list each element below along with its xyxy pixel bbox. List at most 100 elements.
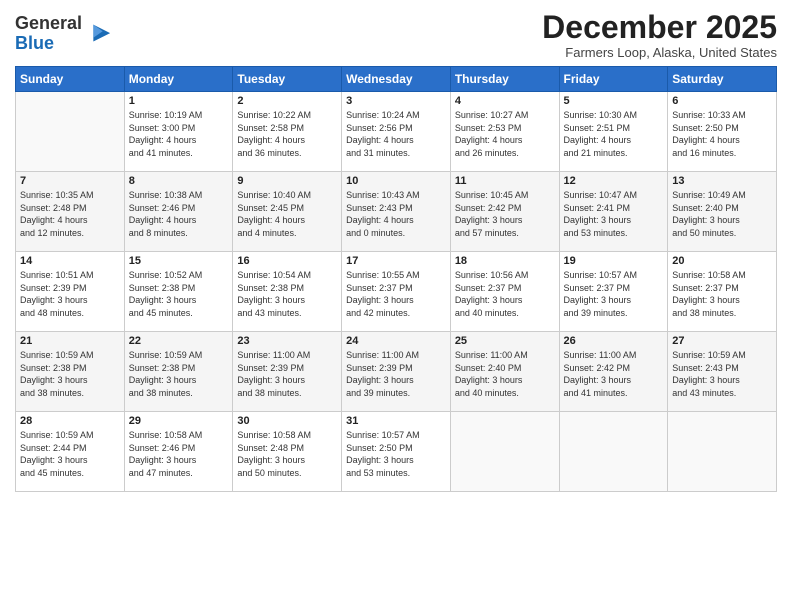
day-info: Sunrise: 10:22 AM Sunset: 2:58 PM Daylig… xyxy=(237,109,337,159)
calendar-cell xyxy=(668,412,777,492)
day-info: Sunrise: 10:24 AM Sunset: 2:56 PM Daylig… xyxy=(346,109,446,159)
week-row-3: 14Sunrise: 10:51 AM Sunset: 2:39 PM Dayl… xyxy=(16,252,777,332)
day-info: Sunrise: 10:47 AM Sunset: 2:41 PM Daylig… xyxy=(564,189,664,239)
calendar-body: 1 Sunrise: 10:19 AM Sunset: 3:00 PM Dayli… xyxy=(16,92,777,492)
day-number: 12 xyxy=(564,175,664,187)
day-number: 16 xyxy=(237,255,337,267)
day-number: 26 xyxy=(564,335,664,347)
calendar-cell: 21Sunrise: 10:59 AM Sunset: 2:38 PM Dayl… xyxy=(16,332,125,412)
day-number: 1 xyxy=(129,95,229,107)
day-number: 15 xyxy=(129,255,229,267)
calendar-cell: 14Sunrise: 10:51 AM Sunset: 2:39 PM Dayl… xyxy=(16,252,125,332)
day-number: 20 xyxy=(672,255,772,267)
title-block: December 2025 Farmers Loop, Alaska, Unit… xyxy=(542,10,777,60)
day-info: Sunrise: 11:00 AM Sunset: 2:39 PM Daylig… xyxy=(237,349,337,399)
day-info: Sunrise: 10:40 AM Sunset: 2:45 PM Daylig… xyxy=(237,189,337,239)
day-info: Sunrise: 11:00 AM Sunset: 2:42 PM Daylig… xyxy=(564,349,664,399)
day-info: Sunrise: 10:45 AM Sunset: 2:42 PM Daylig… xyxy=(455,189,555,239)
day-number: 31 xyxy=(346,415,446,427)
calendar-cell: 4Sunrise: 10:27 AM Sunset: 2:53 PM Dayli… xyxy=(450,92,559,172)
day-info: Sunrise: 10:57 AM Sunset: 2:50 PM Daylig… xyxy=(346,429,446,479)
day-info: Sunrise: 10:59 AM Sunset: 2:38 PM Daylig… xyxy=(129,349,229,399)
day-info: Sunrise: 10:54 AM Sunset: 2:38 PM Daylig… xyxy=(237,269,337,319)
day-number: 21 xyxy=(20,335,120,347)
calendar-cell: 2 Sunrise: 10:22 AM Sunset: 2:58 PM Dayli… xyxy=(233,92,342,172)
weekday-header-thursday: Thursday xyxy=(450,67,559,92)
calendar-cell: 26 Sunrise: 11:00 AM Sunset: 2:42 PM Dayl… xyxy=(559,332,668,412)
day-info: Sunrise: 10:19 AM Sunset: 3:00 PM Daylig… xyxy=(129,109,229,159)
calendar-cell: 8 Sunrise: 10:38 AM Sunset: 2:46 PM Dayli… xyxy=(124,172,233,252)
calendar-cell: 15 Sunrise: 10:52 AM Sunset: 2:38 PM Dayl… xyxy=(124,252,233,332)
day-info: Sunrise: 10:33 AM Sunset: 2:50 PM Daylig… xyxy=(672,109,772,159)
calendar-cell: 24 Sunrise: 11:00 AM Sunset: 2:39 PM Dayl… xyxy=(342,332,451,412)
day-number: 25 xyxy=(455,335,555,347)
calendar-cell: 18Sunrise: 10:56 AM Sunset: 2:37 PM Dayl… xyxy=(450,252,559,332)
week-row-5: 28Sunrise: 10:59 AM Sunset: 2:44 PM Dayl… xyxy=(16,412,777,492)
logo-icon xyxy=(84,20,112,48)
calendar-cell: 3Sunrise: 10:24 AM Sunset: 2:56 PM Dayli… xyxy=(342,92,451,172)
calendar-cell: 30Sunrise: 10:58 AM Sunset: 2:48 PM Dayl… xyxy=(233,412,342,492)
day-info: Sunrise: 10:55 AM Sunset: 2:37 PM Daylig… xyxy=(346,269,446,319)
day-info: Sunrise: 10:38 AM Sunset: 2:46 PM Daylig… xyxy=(129,189,229,239)
day-number: 17 xyxy=(346,255,446,267)
logo-general: General xyxy=(15,13,82,33)
day-number: 8 xyxy=(129,175,229,187)
day-info: Sunrise: 10:59 AM Sunset: 2:44 PM Daylig… xyxy=(20,429,120,479)
day-number: 9 xyxy=(237,175,337,187)
calendar-cell: 12 Sunrise: 10:47 AM Sunset: 2:41 PM Dayl… xyxy=(559,172,668,252)
calendar-cell: 7 Sunrise: 10:35 AM Sunset: 2:48 PM Dayli… xyxy=(16,172,125,252)
calendar-cell: 20 Sunrise: 10:58 AM Sunset: 2:37 PM Dayl… xyxy=(668,252,777,332)
calendar-cell xyxy=(450,412,559,492)
day-info: Sunrise: 10:35 AM Sunset: 2:48 PM Daylig… xyxy=(20,189,120,239)
day-number: 27 xyxy=(672,335,772,347)
calendar-cell: 6 Sunrise: 10:33 AM Sunset: 2:50 PM Dayli… xyxy=(668,92,777,172)
day-number: 23 xyxy=(237,335,337,347)
calendar-cell: 10Sunrise: 10:43 AM Sunset: 2:43 PM Dayl… xyxy=(342,172,451,252)
calendar-cell: 5Sunrise: 10:30 AM Sunset: 2:51 PM Dayli… xyxy=(559,92,668,172)
day-number: 14 xyxy=(20,255,120,267)
calendar-cell: 16 Sunrise: 10:54 AM Sunset: 2:38 PM Dayl… xyxy=(233,252,342,332)
weekday-header-wednesday: Wednesday xyxy=(342,67,451,92)
weekday-header-tuesday: Tuesday xyxy=(233,67,342,92)
day-number: 22 xyxy=(129,335,229,347)
weekday-header-row: SundayMondayTuesdayWednesdayThursdayFrid… xyxy=(16,67,777,92)
day-info: Sunrise: 10:52 AM Sunset: 2:38 PM Daylig… xyxy=(129,269,229,319)
day-info: Sunrise: 10:30 AM Sunset: 2:51 PM Daylig… xyxy=(564,109,664,159)
day-info: Sunrise: 10:58 AM Sunset: 2:37 PM Daylig… xyxy=(672,269,772,319)
day-number: 4 xyxy=(455,95,555,107)
calendar-cell: 25Sunrise: 11:00 AM Sunset: 2:40 PM Dayl… xyxy=(450,332,559,412)
calendar-table: SundayMondayTuesdayWednesdayThursdayFrid… xyxy=(15,66,777,492)
week-row-1: 1 Sunrise: 10:19 AM Sunset: 3:00 PM Dayli… xyxy=(16,92,777,172)
day-number: 19 xyxy=(564,255,664,267)
weekday-header-saturday: Saturday xyxy=(668,67,777,92)
weekday-header-sunday: Sunday xyxy=(16,67,125,92)
day-number: 24 xyxy=(346,335,446,347)
month-title: December 2025 xyxy=(542,10,777,45)
calendar-cell: 9 Sunrise: 10:40 AM Sunset: 2:45 PM Dayli… xyxy=(233,172,342,252)
logo: General Blue xyxy=(15,14,112,54)
day-number: 13 xyxy=(672,175,772,187)
day-number: 2 xyxy=(237,95,337,107)
page: General Blue December 2025 Farmers Loop,… xyxy=(0,0,792,612)
week-row-2: 7 Sunrise: 10:35 AM Sunset: 2:48 PM Dayli… xyxy=(16,172,777,252)
day-number: 18 xyxy=(455,255,555,267)
day-info: Sunrise: 11:00 AM Sunset: 2:39 PM Daylig… xyxy=(346,349,446,399)
day-info: Sunrise: 10:58 AM Sunset: 2:48 PM Daylig… xyxy=(237,429,337,479)
day-info: Sunrise: 10:43 AM Sunset: 2:43 PM Daylig… xyxy=(346,189,446,239)
week-row-4: 21 Sunrise: 10:59 AM Sunset: 2:38 PM Dayl… xyxy=(16,332,777,412)
calendar-cell: 23 Sunrise: 11:00 AM Sunset: 2:39 PM Dayl… xyxy=(233,332,342,412)
day-info: Sunrise: 10:58 AM Sunset: 2:46 PM Daylig… xyxy=(129,429,229,479)
day-number: 29 xyxy=(129,415,229,427)
logo-blue: Blue xyxy=(15,33,54,53)
calendar-cell: 31 Sunrise: 10:57 AM Sunset: 2:50 PM Dayl… xyxy=(342,412,451,492)
calendar-cell xyxy=(559,412,668,492)
calendar-cell: 13 Sunrise: 10:49 AM Sunset: 2:40 PM Dayl… xyxy=(668,172,777,252)
weekday-header-friday: Friday xyxy=(559,67,668,92)
day-number: 7 xyxy=(20,175,120,187)
calendar-cell: 17 Sunrise: 10:55 AM Sunset: 2:37 PM Dayl… xyxy=(342,252,451,332)
calendar-cell: 11Sunrise: 10:45 AM Sunset: 2:42 PM Dayl… xyxy=(450,172,559,252)
day-info: Sunrise: 10:59 AM Sunset: 2:43 PM Daylig… xyxy=(672,349,772,399)
calendar-cell: 27 Sunrise: 10:59 AM Sunset: 2:43 PM Dayl… xyxy=(668,332,777,412)
day-number: 6 xyxy=(672,95,772,107)
day-info: Sunrise: 10:49 AM Sunset: 2:40 PM Daylig… xyxy=(672,189,772,239)
